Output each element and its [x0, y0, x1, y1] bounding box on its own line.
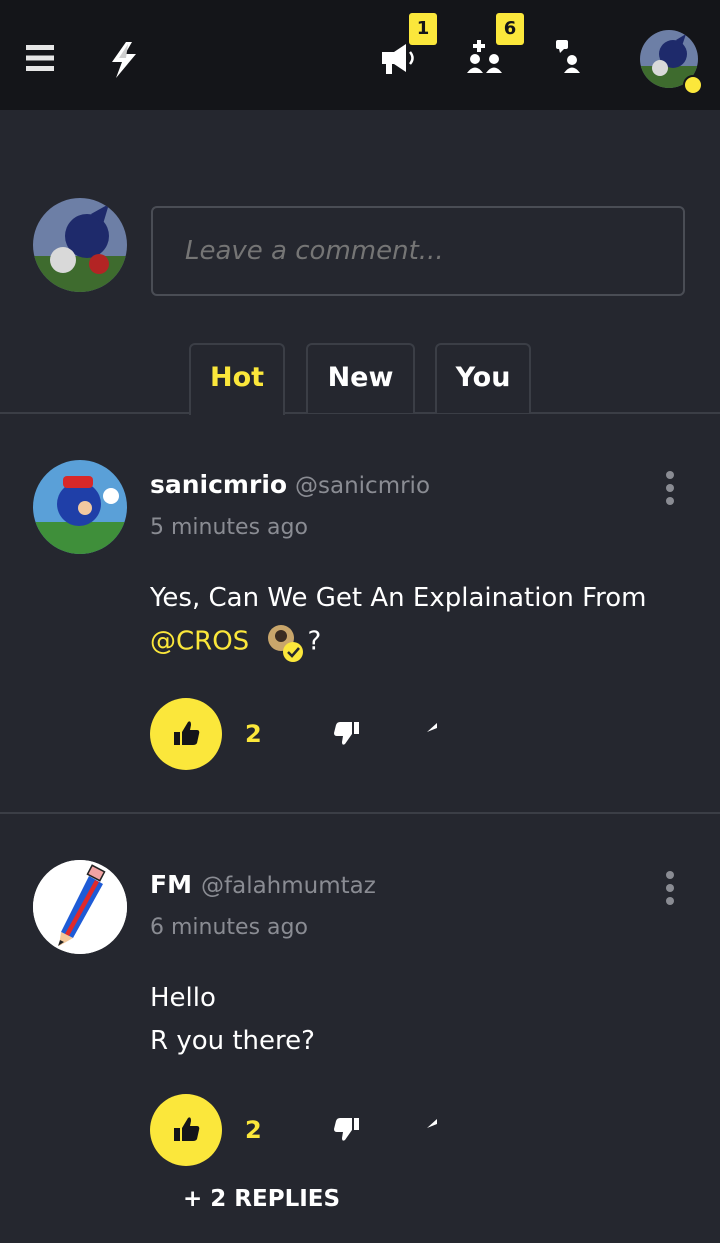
comment-username[interactable]: FM: [150, 870, 192, 899]
like-button[interactable]: [150, 1094, 222, 1166]
comment-text-line: Hello: [150, 983, 216, 1013]
comment-input[interactable]: [151, 206, 685, 296]
like-button[interactable]: [150, 698, 222, 770]
thumbs-up-icon: [174, 1117, 200, 1141]
composer-avatar: [33, 198, 127, 292]
announcements-badge: 1: [409, 13, 437, 45]
comment-text-line: R you there?: [150, 1026, 315, 1056]
comment-handle[interactable]: @sanicmrio: [295, 473, 430, 499]
comment-divider: [0, 812, 720, 814]
megaphone-icon[interactable]: [376, 40, 420, 80]
reply-arrow-icon[interactable]: [425, 718, 457, 750]
thumbs-down-icon[interactable]: [330, 718, 362, 750]
online-status-dot: [683, 75, 703, 95]
thumbs-up-icon: [174, 721, 200, 745]
friends-badge: 6: [496, 13, 524, 45]
top-navigation-bar: 1 6: [0, 0, 720, 110]
comment-text-end: ?: [307, 626, 322, 657]
comment-handle[interactable]: @falahmumtaz: [201, 873, 376, 899]
tab-you[interactable]: You: [435, 343, 531, 413]
mention-link[interactable]: @CROS: [150, 627, 249, 657]
tab-hot[interactable]: Hot: [189, 343, 285, 415]
comment-body: Hello R you there?: [150, 977, 690, 1063]
sanicmrio-avatar[interactable]: [33, 460, 127, 554]
add-friend-icon[interactable]: [464, 40, 508, 80]
comment-body: Yes, Can We Get An Explaination From @CR…: [150, 577, 690, 664]
more-options-icon[interactable]: [664, 870, 676, 906]
chat-user-icon[interactable]: [550, 40, 594, 80]
more-options-icon[interactable]: [664, 470, 676, 506]
hamburger-menu-icon[interactable]: [26, 44, 54, 72]
tab-new[interactable]: New: [306, 343, 415, 413]
reply-arrow-icon[interactable]: [425, 1114, 457, 1146]
thumbs-down-icon[interactable]: [330, 1114, 362, 1146]
comment-username[interactable]: sanicmrio: [150, 470, 287, 499]
comment-timestamp: 6 minutes ago: [150, 915, 308, 940]
like-count: 2: [245, 720, 262, 748]
falahmumtaz-avatar[interactable]: [33, 860, 127, 954]
comment-timestamp: 5 minutes ago: [150, 515, 308, 540]
like-count: 2: [245, 1116, 262, 1144]
comment-text: Yes, Can We Get An Explaination From: [150, 583, 647, 613]
view-replies-button[interactable]: + 2 REPLIES: [183, 1186, 340, 1212]
lightning-bolt-logo-icon[interactable]: [106, 40, 142, 80]
cros-verified-avatar-icon: [263, 620, 307, 664]
